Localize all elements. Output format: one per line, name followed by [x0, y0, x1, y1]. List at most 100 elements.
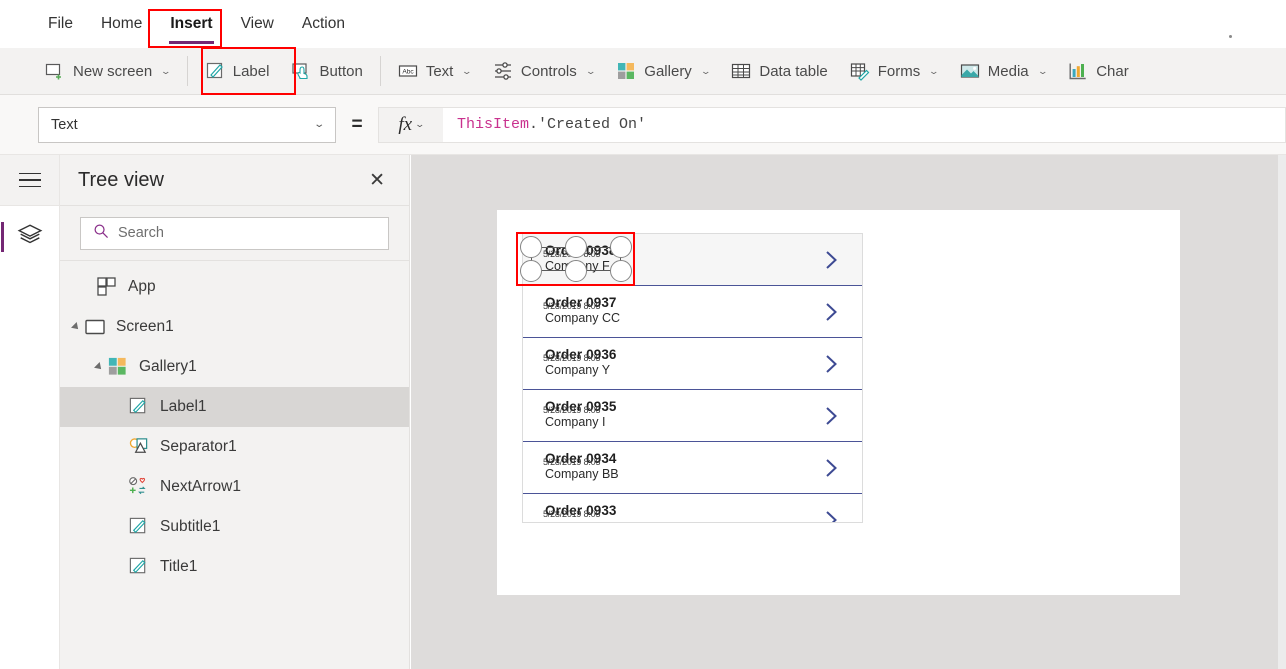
insert-data-table-button[interactable]: Data table [720, 51, 838, 91]
tree-node-list: App Screen1 Gallery1 Label1 Separator1 N… [60, 261, 409, 587]
powerapps-studio: File Home Insert View Action New screen … [0, 0, 1286, 669]
gallery-row[interactable]: Order 0936 Company Y 5/28/2019 8:05 [523, 338, 862, 390]
tree-view-title: Tree view [78, 168, 164, 191]
formula-bar: Text ⌄ = fx ⌄ ThisItem .'Created On' [0, 95, 1286, 155]
chevron-down-icon: ⌄ [1036, 65, 1049, 76]
gallery1-control[interactable]: Order 0938 Company F 5/28/2019 8:05 Orde… [522, 233, 863, 523]
ribbon-divider-1 [186, 56, 188, 86]
chevron-down-icon: ⌄ [928, 65, 940, 76]
insert-button-button[interactable]: Button [280, 51, 373, 91]
gallery-row[interactable]: Order 0937 Company CC 5/28/2019 8:05 [523, 286, 862, 338]
text-abc-icon: Abc [398, 61, 418, 81]
expand-caret-icon[interactable] [71, 322, 81, 332]
menu-item-action[interactable]: Action [288, 7, 359, 41]
tree-node-label: Label1 [160, 398, 207, 415]
search-input[interactable] [118, 225, 376, 241]
property-selector-value: Text [51, 116, 78, 133]
separator-icon [128, 436, 150, 458]
rail-item-tree-view[interactable] [0, 206, 59, 268]
tree-node-label: App [128, 278, 156, 295]
insert-forms-menu[interactable]: Forms ⌄ [839, 51, 949, 91]
chevron-down-icon: ⌄ [461, 65, 473, 76]
insert-controls-menu[interactable]: Controls ⌄ [482, 51, 605, 91]
svg-text:Abc: Abc [402, 69, 414, 76]
rail-hamburger-button[interactable] [0, 155, 59, 206]
insert-text-menu[interactable]: Abc Text ⌄ [387, 51, 482, 91]
ribbon-divider-2 [379, 56, 381, 86]
insert-media-menu[interactable]: Media ⌄ [949, 51, 1057, 91]
formula-input[interactable]: ThisItem .'Created On' [443, 106, 1286, 143]
left-rail [0, 155, 60, 669]
insert-charts-menu[interactable]: Char [1057, 51, 1140, 91]
insert-gallery-menu[interactable]: Gallery ⌄ [605, 51, 720, 91]
next-arrow-icon[interactable] [823, 248, 840, 272]
tree-node-screen1[interactable]: Screen1 [60, 307, 409, 347]
next-arrow-icon[interactable] [823, 456, 840, 480]
charts-icon [1068, 61, 1088, 81]
tree-node-label: Subtitle1 [160, 518, 221, 535]
tree-node-label: Separator1 [160, 438, 237, 455]
tree-node-label1[interactable]: Label1 [60, 387, 409, 427]
forms-icon [850, 61, 870, 81]
tree-node-app[interactable]: App [60, 267, 409, 307]
menu-bar: File Home Insert View Action [0, 0, 1286, 48]
app-screen-canvas[interactable]: Order 0938 Company F 5/28/2019 8:05 Orde… [497, 210, 1180, 595]
app-icon [96, 276, 118, 298]
media-image-icon [960, 61, 980, 81]
insert-button-text: Button [319, 62, 363, 80]
gallery-row[interactable]: Order 0933 5/28/2019 8:05 [523, 494, 862, 522]
tree-search-box[interactable] [80, 216, 389, 250]
tree-node-label: Gallery1 [139, 358, 197, 375]
tree-node-separator1[interactable]: Separator1 [60, 427, 409, 467]
next-arrow-icon[interactable] [823, 508, 840, 522]
gallery-row[interactable]: Order 0938 Company F 5/28/2019 8:05 [523, 234, 862, 286]
gallery-grid-icon [107, 356, 129, 378]
gallery-row-subtitle: Company F [545, 259, 610, 273]
gallery-row[interactable]: Order 0935 Company I 5/28/2019 8:05 [523, 390, 862, 442]
fx-button[interactable]: fx ⌄ [378, 106, 443, 143]
formula-rest: .'Created On' [529, 116, 647, 133]
label-icon [128, 556, 150, 578]
tree-node-title1[interactable]: Title1 [60, 547, 409, 587]
next-arrow-icon[interactable] [823, 352, 840, 376]
tree-view-header: Tree view ✕ [60, 155, 409, 206]
insert-charts-label: Char [1096, 62, 1129, 80]
gallery-row-date-label: 5/28/2019 8:05 [543, 249, 601, 259]
new-screen-button[interactable]: New screen ⌄ [34, 51, 181, 91]
gallery-row-date-label: 5/28/2019 8:05 [543, 509, 601, 519]
insert-ribbon: New screen ⌄ Label Button Abc Text ⌄ Con… [0, 48, 1286, 95]
tree-node-subtitle1[interactable]: Subtitle1 [60, 507, 409, 547]
screen-icon [84, 316, 106, 338]
label-icon [128, 516, 150, 538]
menu-item-insert[interactable]: Insert [156, 7, 226, 44]
next-arrow-icon[interactable] [823, 300, 840, 324]
chevron-down-icon: ⌄ [312, 119, 325, 130]
next-arrow-icon[interactable] [823, 404, 840, 428]
canvas-scrollbar[interactable] [1278, 155, 1286, 669]
hamburger-menu-icon [18, 172, 41, 188]
new-screen-icon [45, 61, 65, 81]
expand-caret-icon[interactable] [94, 362, 104, 372]
data-table-icon [731, 61, 751, 81]
label-icon [128, 396, 150, 418]
tree-node-label: Screen1 [116, 318, 174, 335]
equals-sign: = [351, 113, 363, 135]
property-selector[interactable]: Text ⌄ [38, 106, 336, 143]
gallery-row-date-label: 5/28/2019 8:05 [543, 353, 601, 363]
close-icon[interactable]: ✕ [365, 168, 389, 193]
tree-view-panel: Tree view ✕ Search App Screen1 Gallery1 … [60, 155, 410, 669]
tree-node-gallery1[interactable]: Gallery1 [60, 347, 409, 387]
insert-label-button[interactable]: Label [194, 51, 281, 91]
insert-media-label: Media [987, 62, 1029, 80]
menu-item-file[interactable]: File [34, 7, 87, 41]
gallery-row-date-label: 5/28/2019 8:05 [543, 301, 601, 311]
gallery-grid-icon [616, 61, 636, 81]
menu-item-home[interactable]: Home [87, 7, 156, 41]
tree-search-container [60, 206, 409, 261]
tree-node-nextarrow1[interactable]: NextArrow1 [60, 467, 409, 507]
gallery-row[interactable]: Order 0934 Company BB 5/28/2019 8:05 [523, 442, 862, 494]
menu-item-view[interactable]: View [227, 7, 288, 41]
insert-gallery-label: Gallery [644, 62, 692, 80]
chevron-down-icon: ⌄ [160, 65, 172, 76]
canvas-area[interactable]: Order 0938 Company F 5/28/2019 8:05 Orde… [411, 155, 1286, 669]
